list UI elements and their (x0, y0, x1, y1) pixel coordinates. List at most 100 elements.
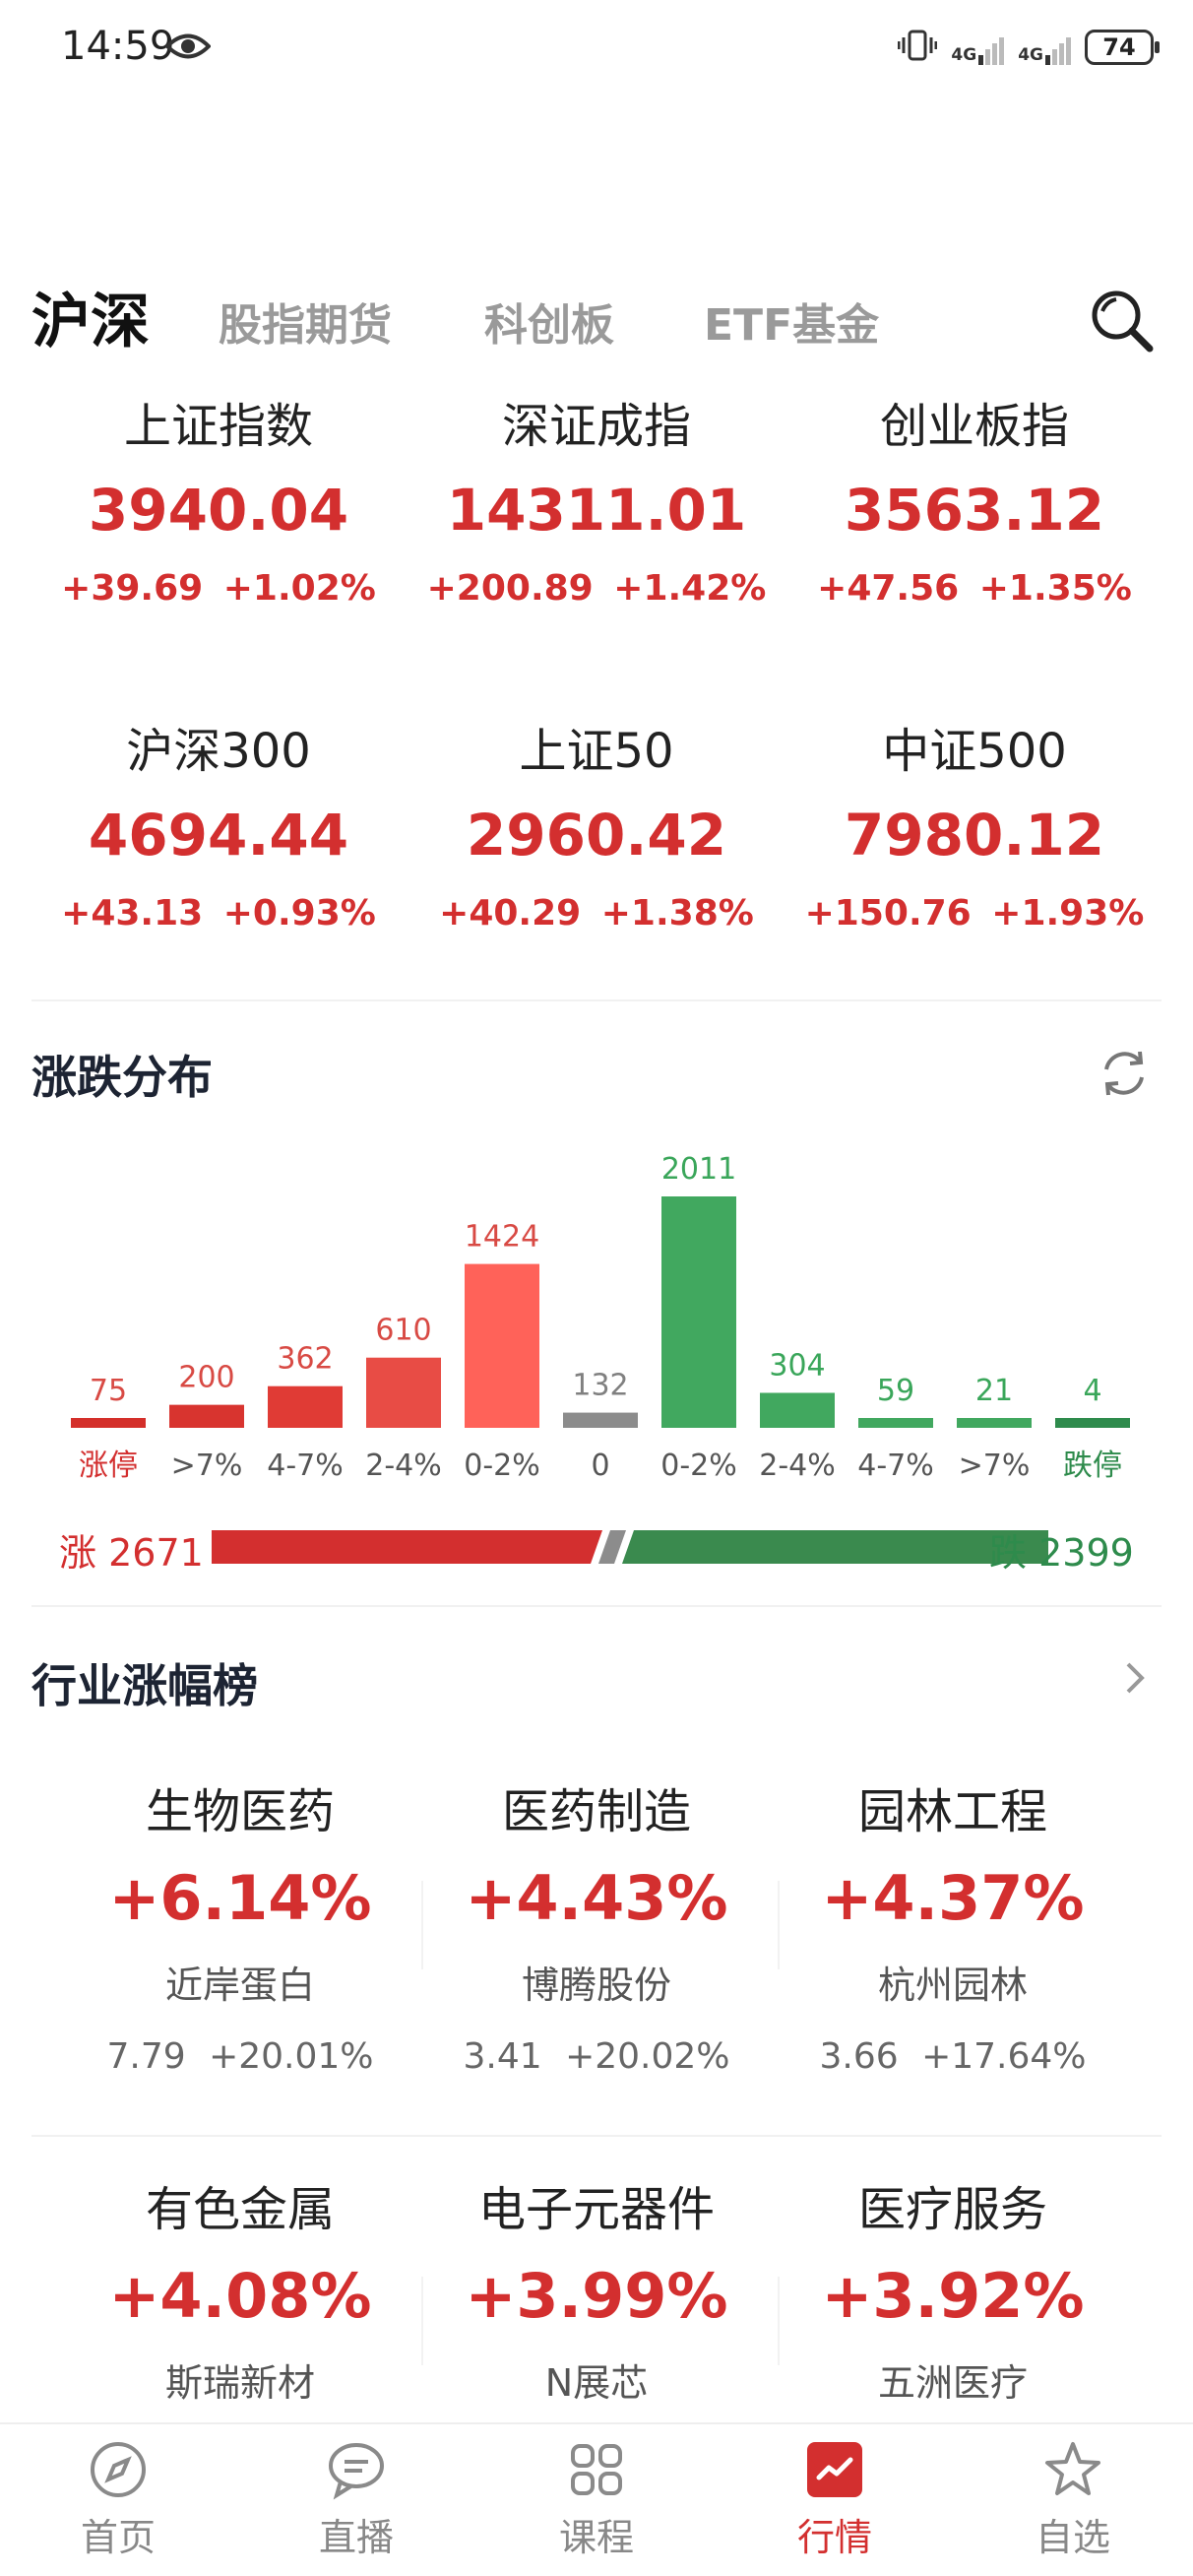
divider (31, 1605, 1162, 1607)
compass-icon (91, 2442, 146, 2497)
status-bar: 14:59 4G 4G 74 (0, 0, 1193, 98)
search-icon[interactable] (1087, 286, 1156, 354)
bar-value-label: 4 (1083, 1374, 1101, 1408)
bar-value-label: 2011 (661, 1152, 736, 1187)
index-change: +200.89 +1.42% (426, 568, 767, 609)
industry-name: 医疗服务 (857, 2182, 1047, 2237)
bar-value-label: 21 (975, 1374, 1013, 1408)
bar-value-label: 59 (877, 1374, 914, 1408)
index-card[interactable]: 沪深300 4694.44 +43.13 +0.93% (31, 717, 406, 943)
bar-category-label: 0-2% (660, 1449, 737, 1483)
index-change: +43.13 +0.93% (61, 893, 376, 934)
bar-category-label: 0-2% (464, 1449, 540, 1483)
nav-label: 首页 (80, 2516, 156, 2559)
market-icon (807, 2442, 862, 2497)
star-icon (1045, 2442, 1100, 2495)
index-change: +150.76 +1.93% (804, 893, 1145, 934)
index-value: 14311.01 (446, 477, 747, 544)
bar-category-label: 0 (591, 1449, 609, 1483)
chevron-right-icon[interactable] (1120, 1658, 1150, 1702)
leading-stock-quote: 7.79 +20.01% (106, 2036, 374, 2077)
industry-pct: +4.43% (465, 1862, 728, 1934)
index-value: 2960.42 (466, 802, 727, 869)
leading-stock: 五洲医疗 (877, 2361, 1028, 2405)
tab-index-futures[interactable]: 股指期货 (219, 290, 392, 353)
nav-watchlist[interactable]: 自选 (994, 2438, 1152, 2561)
bottom-nav: 首页 直播 课程 行情 自选 (0, 2422, 1193, 2576)
nav-market[interactable]: 行情 (756, 2438, 913, 2561)
index-name: 上证指数 (123, 399, 313, 454)
industry-card[interactable]: 生物医药 +6.14% 近岸蛋白 7.79 +20.01% (63, 1774, 417, 2092)
index-name: 深证成指 (501, 399, 691, 454)
nav-courses[interactable]: 课程 (518, 2438, 675, 2561)
distribution-bar (71, 1418, 146, 1428)
divider (31, 2135, 1162, 2137)
eye-icon (164, 32, 212, 65)
battery-indicator: 74 (1085, 30, 1160, 65)
industry-pct: +4.08% (108, 2260, 372, 2332)
distribution-bar (268, 1385, 343, 1428)
industry-card[interactable]: 医药制造 +4.43% 博腾股份 3.41 +20.02% (419, 1774, 774, 2092)
distribution-chart: 75 涨停 200 >7% 362 4-7% 610 2-4% 1424 0-2% 132 0 2011… (59, 1123, 1142, 1516)
industry-card[interactable]: 有色金属 +4.08% 斯瑞新材 (63, 2172, 417, 2420)
index-card[interactable]: 深证成指 14311.01 +200.89 +1.42% (409, 392, 784, 618)
bar-category-label: 涨停 (79, 1449, 138, 1483)
index-name: 中证500 (882, 724, 1067, 779)
bar-value-label: 1424 (465, 1220, 539, 1255)
index-change: +47.56 +1.35% (817, 568, 1132, 609)
distribution-bar (169, 1404, 244, 1428)
index-card[interactable]: 上证指数 3940.04 +39.69 +1.02% (31, 392, 406, 618)
distribution-bar (465, 1263, 539, 1428)
tab-etf-fund[interactable]: ETF基金 (704, 290, 879, 353)
index-name: 沪深300 (126, 724, 311, 779)
index-card[interactable]: 中证500 7980.12 +150.76 +1.93% (787, 717, 1162, 943)
leading-stock-quote: 3.66 +17.64% (819, 2036, 1087, 2077)
index-change: +39.69 +1.02% (61, 568, 376, 609)
distribution-title: 涨跌分布 (31, 1051, 213, 1104)
industry-name: 医药制造 (501, 1784, 691, 1839)
nav-label: 自选 (1035, 2516, 1110, 2559)
nav-label: 课程 (558, 2516, 634, 2559)
distribution-bar (366, 1357, 441, 1428)
index-card[interactable]: 创业板指 3563.12 +47.56 +1.35% (787, 392, 1162, 618)
leading-stock-quote: 3.41 +20.02% (463, 2036, 730, 2077)
bar-value-label: 132 (572, 1369, 628, 1403)
status-time: 14:59 (61, 24, 175, 69)
bar-category-label: 2-4% (759, 1449, 836, 1483)
index-card[interactable]: 上证50 2960.42 +40.29 +1.38% (409, 717, 784, 943)
industry-card[interactable]: 医疗服务 +3.92% 五洲医疗 (776, 2172, 1130, 2420)
grid-icon (571, 2444, 622, 2495)
nav-live[interactable]: 直播 (278, 2438, 435, 2561)
up-count-label: 涨 2671 (59, 1531, 204, 1575)
distribution-bar (661, 1196, 736, 1428)
distribution-bar (858, 1418, 933, 1428)
index-name: 上证50 (519, 724, 674, 779)
status-indicators: 4G 4G 74 (897, 28, 1160, 67)
industry-pct: +3.92% (821, 2260, 1085, 2332)
tab-hushen[interactable]: 沪深 (31, 274, 150, 359)
industry-card[interactable]: 电子元器件 +3.99% N展芯 (419, 2172, 774, 2420)
chat-icon (329, 2443, 384, 2500)
bar-category-label: >7% (959, 1449, 1031, 1483)
down-count-label: 跌 2399 (989, 1531, 1134, 1575)
bar-category-label: 2-4% (365, 1449, 442, 1483)
bar-value-label: 75 (90, 1374, 127, 1408)
ratio-bar-graphic (212, 1530, 1048, 1564)
tab-star-market[interactable]: 科创板 (484, 290, 614, 353)
bar-value-label: 304 (769, 1348, 825, 1383)
industry-pct: +3.99% (465, 2260, 728, 2332)
index-value: 3940.04 (88, 477, 349, 544)
distribution-bars: 75 涨停 200 >7% 362 4-7% 610 2-4% 1424 0-2% 132 0 2011… (71, 1152, 1130, 1483)
index-value: 3563.12 (844, 477, 1105, 544)
industry-card[interactable]: 园林工程 +4.37% 杭州园林 3.66 +17.64% (776, 1774, 1130, 2092)
bar-value-label: 200 (178, 1361, 234, 1395)
distribution-bar (1055, 1418, 1130, 1428)
leading-stock: 杭州园林 (877, 1964, 1028, 2007)
nav-label: 直播 (318, 2516, 394, 2559)
signal-icon: 4G (951, 30, 1005, 65)
index-value: 4694.44 (88, 802, 349, 869)
vibrate-icon (897, 28, 938, 67)
refresh-icon[interactable] (1097, 1046, 1152, 1105)
bar-category-label: 4-7% (857, 1449, 934, 1483)
nav-home[interactable]: 首页 (39, 2438, 197, 2561)
